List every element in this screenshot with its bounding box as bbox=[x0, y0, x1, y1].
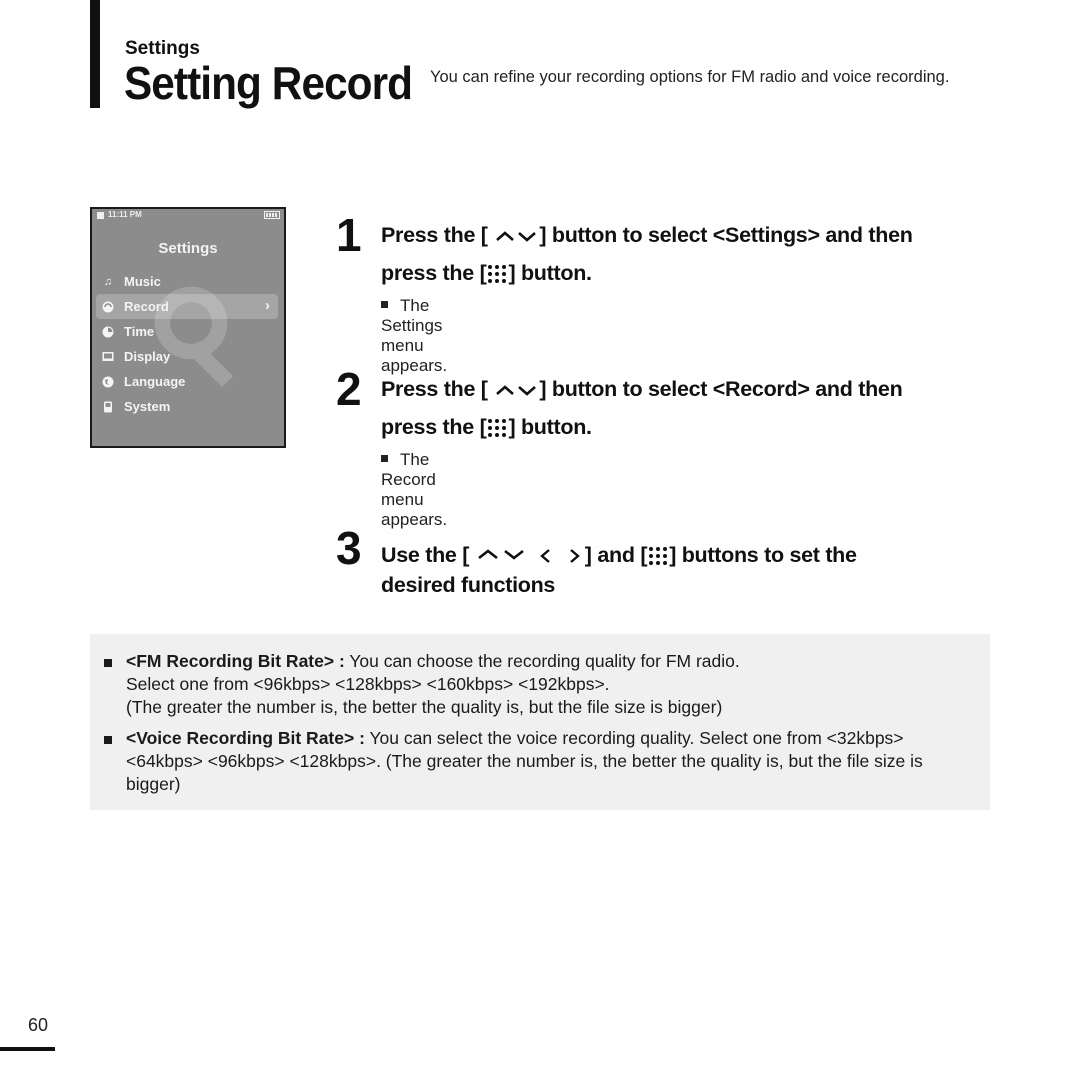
bullet-square bbox=[104, 736, 112, 744]
menu-item-label: Music bbox=[124, 274, 161, 289]
menu-item-record[interactable]: Record › bbox=[96, 294, 278, 319]
step-instruction: Press the [ ] button to select <Settings… bbox=[381, 216, 981, 292]
step-text-part: ] button to select <Settings> and then bbox=[539, 223, 913, 247]
settings-menu: ♫ Music Record › Time Display Language S… bbox=[92, 269, 284, 419]
up-down-button-icon bbox=[496, 231, 537, 243]
step-text-part: ] button. bbox=[508, 261, 592, 285]
menu-item-display[interactable]: Display bbox=[92, 344, 284, 369]
step-note-text: The Record menu appears. bbox=[381, 450, 448, 529]
status-bar: 11:11 PM bbox=[92, 209, 284, 223]
step-note: The Settings menu appears. bbox=[381, 296, 447, 376]
status-indicator-icon bbox=[97, 212, 104, 219]
status-time: 11:11 PM bbox=[108, 210, 142, 219]
menu-item-label: System bbox=[124, 399, 171, 414]
step-text-part: ] and [ bbox=[584, 543, 648, 567]
display-icon bbox=[102, 351, 114, 363]
step-text-part: ] button to select <Record> and then bbox=[539, 377, 903, 401]
menu-item-language[interactable]: Language bbox=[92, 369, 284, 394]
step-note: The Record menu appears. bbox=[381, 450, 447, 530]
device-screen-title: Settings bbox=[158, 240, 218, 257]
direction-buttons-icon bbox=[477, 549, 580, 564]
clock-icon bbox=[102, 326, 114, 338]
step-text-part: Press the [ bbox=[381, 377, 488, 401]
step-instruction: Use the [ ] and [ ] buttons to set the de… bbox=[381, 540, 981, 600]
info-item-fm-bitrate: <FM Recording Bit Rate> : You can choose… bbox=[104, 650, 974, 719]
section-marker-bar bbox=[90, 0, 100, 108]
bullet-square bbox=[381, 301, 388, 309]
menu-item-label: Language bbox=[124, 374, 186, 389]
info-text: (The greater the number is, the better t… bbox=[126, 697, 723, 717]
menu-button-icon bbox=[649, 547, 668, 566]
step-text-part: Press the [ bbox=[381, 223, 488, 247]
globe-icon bbox=[102, 376, 114, 388]
step-text-part: ] button. bbox=[508, 415, 592, 439]
info-text: You can choose the recording quality for… bbox=[344, 651, 740, 671]
step-number: 3 bbox=[336, 522, 362, 574]
menu-button-icon bbox=[488, 419, 507, 438]
menu-item-music[interactable]: ♫ Music bbox=[92, 269, 284, 294]
device-icon bbox=[102, 401, 114, 413]
page-number-rule bbox=[0, 1047, 55, 1051]
step-instruction: Press the [ ] button to select <Record> … bbox=[381, 370, 981, 446]
info-term: <FM Recording Bit Rate> : bbox=[126, 651, 345, 671]
battery-icon bbox=[264, 211, 280, 219]
step-text-part: desired functions bbox=[381, 573, 556, 597]
info-box: <FM Recording Bit Rate> : You can choose… bbox=[90, 634, 990, 810]
info-text: Select one from <96kbps> <128kbps> <160k… bbox=[126, 674, 610, 694]
step-note-text: The Settings menu appears. bbox=[381, 296, 448, 375]
page-title: Setting Record bbox=[124, 57, 413, 109]
info-term: <Voice Recording Bit Rate> : bbox=[126, 728, 365, 748]
step-text-part: press the [ bbox=[381, 415, 487, 439]
step-text-part: press the [ bbox=[381, 261, 487, 285]
record-icon bbox=[102, 301, 114, 313]
step-number: 2 bbox=[336, 363, 362, 415]
bullet-square bbox=[381, 455, 388, 463]
music-note-icon: ♫ bbox=[103, 275, 113, 288]
chevron-right-icon: › bbox=[265, 297, 270, 314]
up-down-button-icon bbox=[496, 385, 537, 397]
menu-item-label: Time bbox=[124, 324, 155, 339]
menu-item-label: Display bbox=[124, 349, 171, 364]
step-number: 1 bbox=[336, 209, 362, 261]
menu-item-label: Record bbox=[124, 299, 169, 314]
menu-button-icon bbox=[488, 265, 507, 284]
menu-item-system[interactable]: System bbox=[92, 394, 284, 419]
step-text-part: ] buttons to set the bbox=[669, 543, 857, 567]
page-intro: You can refine your recording options fo… bbox=[430, 68, 950, 86]
bullet-square bbox=[104, 659, 112, 667]
info-item-voice-bitrate: <Voice Recording Bit Rate> : You can sel… bbox=[104, 727, 974, 796]
device-screen: 11:11 PM Settings ♫ Music Record › Time bbox=[90, 207, 286, 448]
step-text-part: Use the [ bbox=[381, 543, 470, 567]
page-number: 60 bbox=[28, 1015, 49, 1035]
menu-item-time[interactable]: Time bbox=[92, 319, 284, 344]
